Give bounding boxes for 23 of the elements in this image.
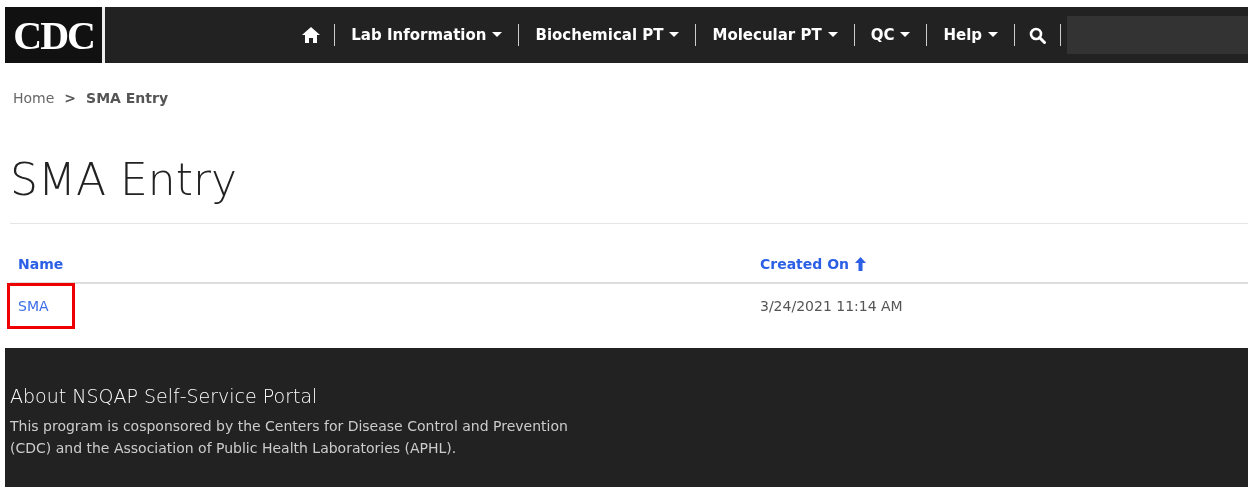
nav-menu[interactable]: QC — [854, 26, 927, 44]
page-title: SMA Entry — [10, 154, 239, 205]
caret-icon — [492, 32, 503, 38]
breadcrumb-item[interactable]: Home — [13, 90, 55, 106]
nav-menu[interactable]: Lab Information — [335, 26, 519, 44]
search-icon[interactable] — [1029, 26, 1047, 44]
column-header[interactable]: Name — [18, 256, 64, 272]
entry-link[interactable]: SMA — [18, 298, 49, 314]
nav-menu[interactable]: Help — [927, 26, 1015, 44]
caret-icon — [988, 32, 999, 38]
breadcrumb-item: SMA Entry — [86, 90, 169, 106]
caret-icon — [827, 32, 838, 38]
footer-title: About NSQAP Self-Service Portal — [10, 385, 319, 407]
breadcrumb-separator: > — [64, 90, 77, 106]
footer-text: This program is cosponsored by the Centers for Disease Control and Prevention (CDC) and the Association of Public Health Laboratories (APHL). — [10, 417, 569, 458]
date-cell-text: 3/24/2021 11:14 AM — [759, 298, 904, 314]
nav-menu[interactable]: Molecular PT — [696, 26, 854, 44]
home-icon[interactable] — [302, 27, 321, 43]
column-header[interactable]: Created On — [760, 256, 850, 272]
nav-menu[interactable]: Biochemical PT — [519, 26, 696, 44]
caret-icon — [900, 32, 911, 38]
logo[interactable]: CDC — [5, 7, 106, 63]
caret-icon — [669, 32, 680, 38]
